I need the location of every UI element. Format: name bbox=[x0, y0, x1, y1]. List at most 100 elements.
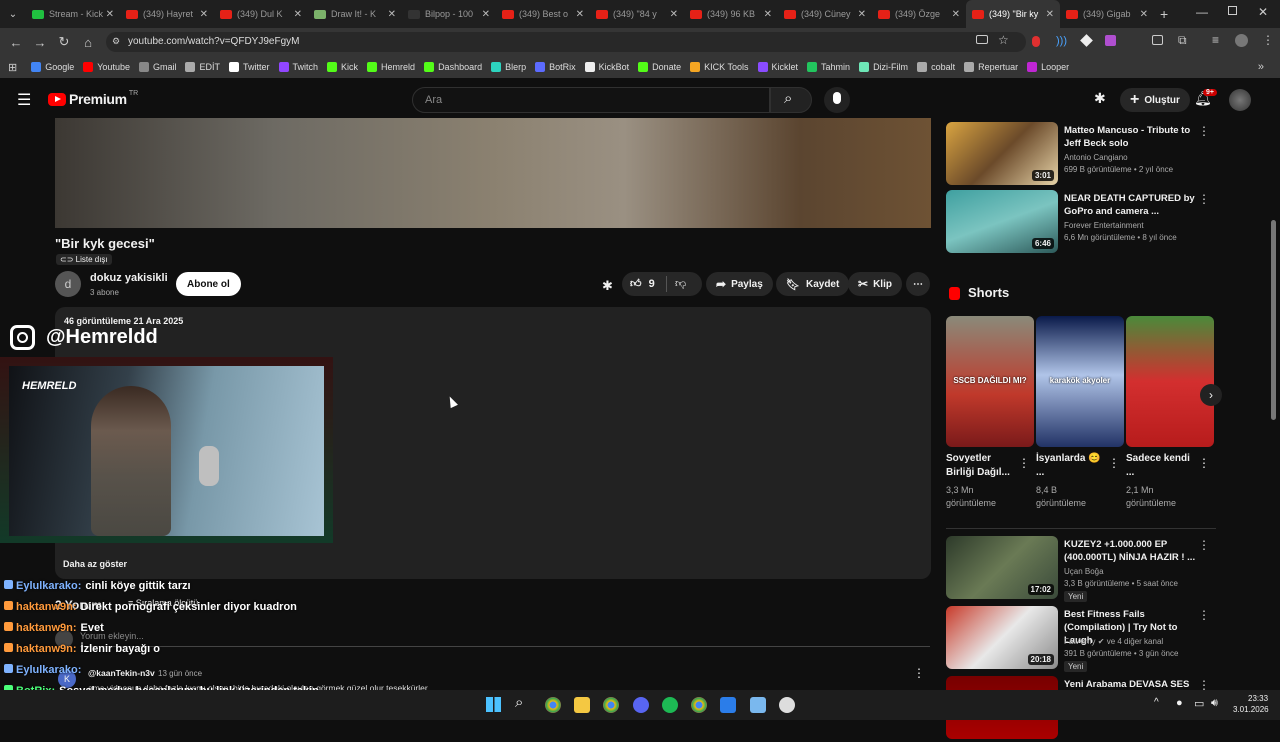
bookmark-item[interactable]: Twitch bbox=[278, 62, 318, 72]
browser-tab[interactable]: (349) Dul K ✕ bbox=[214, 0, 308, 28]
short-title[interactable]: İsyanlarda 😊 ... bbox=[1036, 452, 1106, 480]
short-thumbnail[interactable] bbox=[1126, 316, 1214, 447]
comment-username[interactable]: @kaanTekin-n3v bbox=[88, 668, 155, 678]
reload-icon[interactable]: ↻ bbox=[52, 34, 76, 50]
more-bookmarks-icon[interactable]: » bbox=[1258, 61, 1264, 73]
tab-close-icon[interactable]: ✕ bbox=[952, 9, 960, 20]
back-icon[interactable]: ← bbox=[4, 35, 28, 50]
video-channel[interactable]: Uçan Boğa bbox=[1064, 566, 1204, 577]
video-thumbnail[interactable]: 6:46 bbox=[946, 190, 1058, 253]
channel-avatar[interactable]: d bbox=[55, 271, 81, 297]
account-avatar[interactable] bbox=[1229, 89, 1251, 111]
app-icon-white[interactable] bbox=[779, 697, 795, 713]
tab-close-icon[interactable]: ✕ bbox=[106, 9, 114, 20]
video-thumbnail[interactable]: 3:01 bbox=[946, 122, 1058, 185]
video-channel[interactable]: Antonio Cangiano bbox=[1064, 152, 1204, 163]
app-icon-blue[interactable] bbox=[720, 697, 736, 713]
video-menu-icon[interactable]: ⋮ bbox=[1198, 538, 1210, 552]
bookmark-item[interactable]: Donate bbox=[638, 62, 681, 72]
related-video-card[interactable]: 17:02 KUZEY2 +1.000.000 EP (400.000TL) Nİ… bbox=[946, 536, 1216, 602]
bookmark-item[interactable]: Dashboard bbox=[424, 62, 482, 72]
shorts-next-button[interactable]: › bbox=[1200, 384, 1222, 406]
video-menu-icon[interactable]: ⋮ bbox=[1198, 124, 1210, 138]
bookmark-item[interactable]: EDİT bbox=[185, 62, 220, 72]
new-tab-button[interactable]: + bbox=[1160, 6, 1168, 22]
extensions-puzzle-icon[interactable]: ⧉ bbox=[1178, 33, 1187, 48]
tab-close-icon[interactable]: ✕ bbox=[1140, 9, 1148, 20]
video-title[interactable]: KUZEY2 +1.000.000 EP (400.000TL) NİNJA H… bbox=[1064, 538, 1199, 564]
short-menu-icon[interactable]: ⋮ bbox=[1108, 456, 1120, 470]
extension-purple-icon[interactable] bbox=[1105, 35, 1116, 46]
bookmark-item[interactable]: Blerp bbox=[491, 62, 526, 72]
media-icon[interactable] bbox=[1152, 35, 1163, 45]
subscribe-button[interactable]: Abone ol bbox=[176, 272, 241, 296]
bookmark-item[interactable]: BotRix bbox=[535, 62, 576, 72]
voice-search-button[interactable] bbox=[824, 87, 850, 113]
page-scrollbar[interactable] bbox=[1271, 220, 1276, 420]
browser-tab[interactable]: (349) "Bir ky ✕ bbox=[966, 0, 1060, 28]
tab-close-icon[interactable]: ✕ bbox=[858, 9, 866, 20]
chrome-icon-2[interactable] bbox=[603, 697, 619, 713]
short-title[interactable]: Sovyetler Birliği Dağıl... bbox=[946, 452, 1016, 480]
minimize-button[interactable]: — bbox=[1196, 5, 1208, 19]
bookmark-item[interactable]: Google bbox=[31, 62, 74, 72]
apps-grid-icon[interactable]: ⊞ bbox=[8, 61, 17, 74]
app-icon-light-blue[interactable] bbox=[750, 697, 766, 713]
tab-close-icon[interactable]: ✕ bbox=[482, 9, 490, 20]
video-channel[interactable]: FailArmy ✔ ve 4 diğer kanal bbox=[1064, 636, 1204, 647]
extension-gear-icon[interactable]: ✱ bbox=[1094, 90, 1106, 107]
bookmark-item[interactable]: Hemreld bbox=[367, 62, 415, 72]
video-menu-icon[interactable]: ⋮ bbox=[1198, 192, 1210, 206]
address-bar[interactable]: youtube.com/watch?v=QFDYJ9eFgyM bbox=[106, 32, 1026, 52]
browser-tab[interactable]: (349) Özge ✕ bbox=[872, 0, 966, 28]
browser-menu-icon[interactable]: ⋮ bbox=[1262, 33, 1274, 47]
related-video-card[interactable]: 3:01 Matteo Mancuso - Tribute to Jeff Bec… bbox=[946, 122, 1216, 188]
bookmark-item[interactable]: Repertuar bbox=[964, 62, 1018, 72]
spotify-icon[interactable] bbox=[662, 697, 678, 713]
video-menu-icon[interactable]: ⋮ bbox=[1198, 608, 1210, 622]
bookmark-item[interactable]: Kick bbox=[327, 62, 358, 72]
search-button[interactable]: ⌕ bbox=[770, 87, 812, 113]
extension-red-icon[interactable] bbox=[1032, 36, 1040, 47]
bookmark-item[interactable]: Dizi-Film bbox=[859, 62, 908, 72]
create-button[interactable]: + Oluştur bbox=[1120, 88, 1190, 112]
home-icon[interactable]: ⌂ bbox=[76, 35, 100, 50]
video-title[interactable]: Matteo Mancuso - Tribute to Jeff Beck so… bbox=[1064, 124, 1199, 150]
tab-close-icon[interactable]: ✕ bbox=[1046, 9, 1054, 20]
cast-icon[interactable] bbox=[976, 35, 988, 44]
tab-close-icon[interactable]: ✕ bbox=[294, 9, 302, 20]
show-less-link[interactable]: Daha az göster bbox=[63, 559, 127, 569]
browser-tab[interactable]: Bilpop - 100 ✕ bbox=[402, 0, 496, 28]
browser-tab[interactable]: (349) Best o ✕ bbox=[496, 0, 590, 28]
tab-close-icon[interactable]: ✕ bbox=[200, 9, 208, 20]
bookmark-item[interactable]: Youtube bbox=[83, 62, 130, 72]
more-actions-button[interactable]: ⋯ bbox=[906, 272, 930, 296]
tab-close-icon[interactable]: ✕ bbox=[388, 9, 396, 20]
clock-date[interactable]: 3.01.2026 bbox=[1233, 705, 1269, 714]
profile-avatar[interactable] bbox=[1235, 34, 1248, 47]
bookmark-item[interactable]: Tahmin bbox=[807, 62, 850, 72]
tray-volume-icon[interactable]: 🔊︎ bbox=[1211, 697, 1218, 710]
browser-tab[interactable]: (349) Gigab ✕ bbox=[1060, 0, 1154, 28]
browser-tab[interactable]: (349) 96 KB ✕ bbox=[684, 0, 778, 28]
short-thumbnail[interactable]: karakök akyoler bbox=[1036, 316, 1124, 447]
forward-icon[interactable]: → bbox=[28, 35, 52, 50]
browser-tab[interactable]: (349) "84 y ✕ bbox=[590, 0, 684, 28]
like-button[interactable]: 👍︎ 9 bbox=[630, 277, 655, 290]
video-channel[interactable]: Forever Entertainment bbox=[1064, 220, 1204, 231]
file-explorer-icon[interactable] bbox=[574, 697, 590, 713]
bookmark-item[interactable]: cobalt bbox=[917, 62, 955, 72]
bookmark-item[interactable]: Kicklet bbox=[757, 62, 798, 72]
video-title[interactable]: NEAR DEATH CAPTURED by GoPro and camera … bbox=[1064, 192, 1199, 218]
browser-tab[interactable]: Draw It! - K ✕ bbox=[308, 0, 402, 28]
taskbar-search-icon[interactable]: ⌕ bbox=[515, 694, 523, 711]
channel-name[interactable]: dokuz yakisikli bbox=[90, 272, 168, 284]
dislike-button[interactable]: 👎︎ bbox=[675, 277, 686, 290]
bookmark-item[interactable]: Looper bbox=[1027, 62, 1069, 72]
extension-action-icon[interactable]: ✱ bbox=[602, 278, 613, 294]
browser-tab[interactable]: (349) Hayret ✕ bbox=[120, 0, 214, 28]
short-title[interactable]: Sadece kendi ... bbox=[1126, 452, 1196, 480]
share-button[interactable]: ➦ Paylaş bbox=[706, 272, 773, 296]
video-player[interactable] bbox=[55, 118, 931, 228]
windows-start-icon[interactable] bbox=[486, 697, 501, 712]
